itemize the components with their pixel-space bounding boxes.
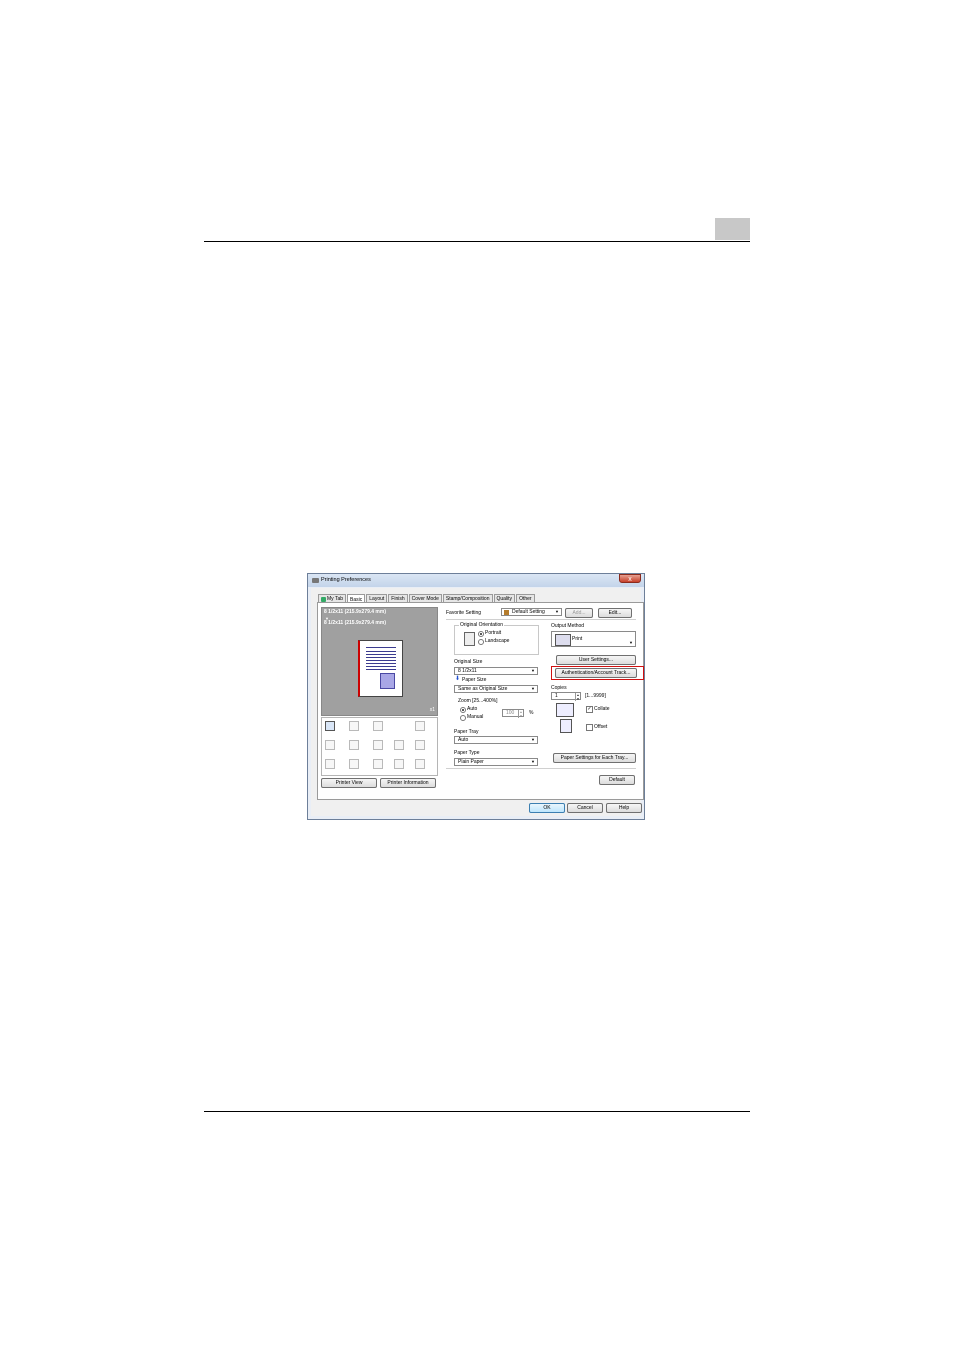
staple-icon[interactable] [349,740,359,750]
function-icon-grid [321,717,438,776]
print-preview: 8 1/2x11 (215.9x279.4 mm) ▼ 8 1/2x11 (21… [321,607,438,716]
preview-page-icon [358,640,403,697]
collate-icon [556,703,574,717]
tray-icon[interactable] [325,759,335,769]
preview-stamp-icon [380,673,395,689]
cancel-button[interactable]: Cancel [567,803,603,813]
spinner-icon: ▲ ▼ [575,693,580,701]
watermark-icon[interactable] [394,759,404,769]
favorite-setting-select[interactable]: Default Setting ▼ [501,608,562,616]
portrait-label: Portrait [485,630,502,636]
orientation-icon[interactable] [349,721,359,731]
overlay-icon[interactable] [373,759,383,769]
basic-tab-panel: 8 1/2x11 (215.9x279.4 mm) ▼ 8 1/2x11 (21… [317,602,644,800]
zoom-manual-label: Manual [467,714,484,720]
zoom-unit: % [529,710,534,716]
preview-original-size: 8 1/2x11 (215.9x279.4 mm) [324,609,386,615]
offset-icon [560,719,572,733]
landscape-label: Landscape [485,638,510,644]
chapter-tab-box [715,218,750,240]
chevron-down-icon: ▼ [531,686,535,691]
printer-icon [312,578,319,583]
dialog-client: My Tab Basic Layout Finish Cover Mode St… [311,588,644,816]
separator [446,768,636,769]
footer-rule [204,1111,750,1112]
portrait-radio[interactable] [478,631,484,637]
zoom-manual-radio[interactable] [460,715,466,721]
collate-checkbox[interactable]: ✓ [586,706,593,713]
default-button[interactable]: Default [599,775,635,785]
paper-tray-label: Paper Tray [454,729,479,735]
offset-checkbox[interactable] [586,724,593,731]
dialog-title: Printing Preferences [321,577,371,583]
paper-size-label: Paper Size [462,677,487,683]
separator [446,619,636,620]
paper-tray-select[interactable]: Auto ▼ [454,736,538,744]
stamp-icon[interactable] [349,759,359,769]
original-size-select[interactable]: 8 1/2x11 ▼ [454,667,538,675]
portrait-page-icon [464,632,475,646]
arrow-down-icon: ⬇ [455,676,461,682]
title-bar: Printing Preferences x [308,574,644,587]
duplex-icon[interactable] [325,740,335,750]
output-method-label: Output Method [551,623,585,629]
cover-icon[interactable] [415,740,425,750]
copies-range: [1...9999] [585,693,606,699]
punch-icon[interactable] [373,740,383,750]
copies-input[interactable]: 1 ▲ ▼ [551,692,581,701]
ok-button[interactable]: OK [529,803,565,813]
help-button[interactable]: Help [606,803,642,813]
close-button[interactable]: x [619,574,641,583]
original-size-label: Original Size [454,659,483,665]
zoom-input[interactable]: 100 ▲ ▼ [502,709,524,718]
chevron-down-icon: ▼ [555,609,559,614]
spinner-icon: ▲ ▼ [518,710,523,718]
chevron-down-icon: ▼ [531,737,535,742]
favorite-icon [504,610,509,615]
authentication-account-track-button[interactable]: Authentication/Account Track... [555,668,637,678]
user-settings-button[interactable]: User Settings... [556,655,636,665]
copies-label: Copies [551,685,567,691]
chevron-down-icon: ▼ [629,640,633,645]
printer-view-button[interactable]: Printer View [321,778,377,788]
chevron-down-icon: ▼ [531,668,535,673]
home-icon [321,596,326,602]
printer-information-button[interactable]: Printer Information [380,778,436,788]
preview-paper-size: 8 1/2x11 (215.9x279.4 mm) [324,620,386,626]
edit-button[interactable]: Edit... [598,608,632,618]
add-button[interactable]: Add... [565,608,593,618]
fold-icon[interactable] [394,740,404,750]
favorite-setting-label: Favorite Setting [446,610,482,616]
offset-label: Offset [594,724,608,730]
printing-preferences-dialog: Printing Preferences x My Tab Basic Layo… [307,573,645,820]
booklet-icon[interactable] [415,721,425,731]
orientation-label: Original Orientation [459,622,505,628]
chevron-down-icon: ▼ [531,759,535,764]
paper-settings-each-tray-button[interactable]: Paper Settings for Each Tray... [553,753,636,763]
output-method-select[interactable]: Print ▼ [551,631,636,647]
zoom-label: Zoom [25...400%] [458,698,498,704]
zoom-auto-radio[interactable] [460,707,466,713]
collate-label: Collate [594,706,610,712]
print-output-icon [555,634,571,646]
zoom-auto-label: Auto [467,706,478,712]
output-print-icon[interactable] [325,721,335,731]
paper-size-select[interactable]: Same as Original Size ▼ [454,685,538,693]
header-rule [204,241,750,242]
paper-type-select[interactable]: Plain Paper ▼ [454,758,538,766]
combination-icon[interactable] [373,721,383,731]
landscape-radio[interactable] [478,639,484,645]
paper-type-label: Paper Type [454,750,480,756]
quality-icon[interactable] [415,759,425,769]
preview-copies-badge: x1 [429,707,435,713]
